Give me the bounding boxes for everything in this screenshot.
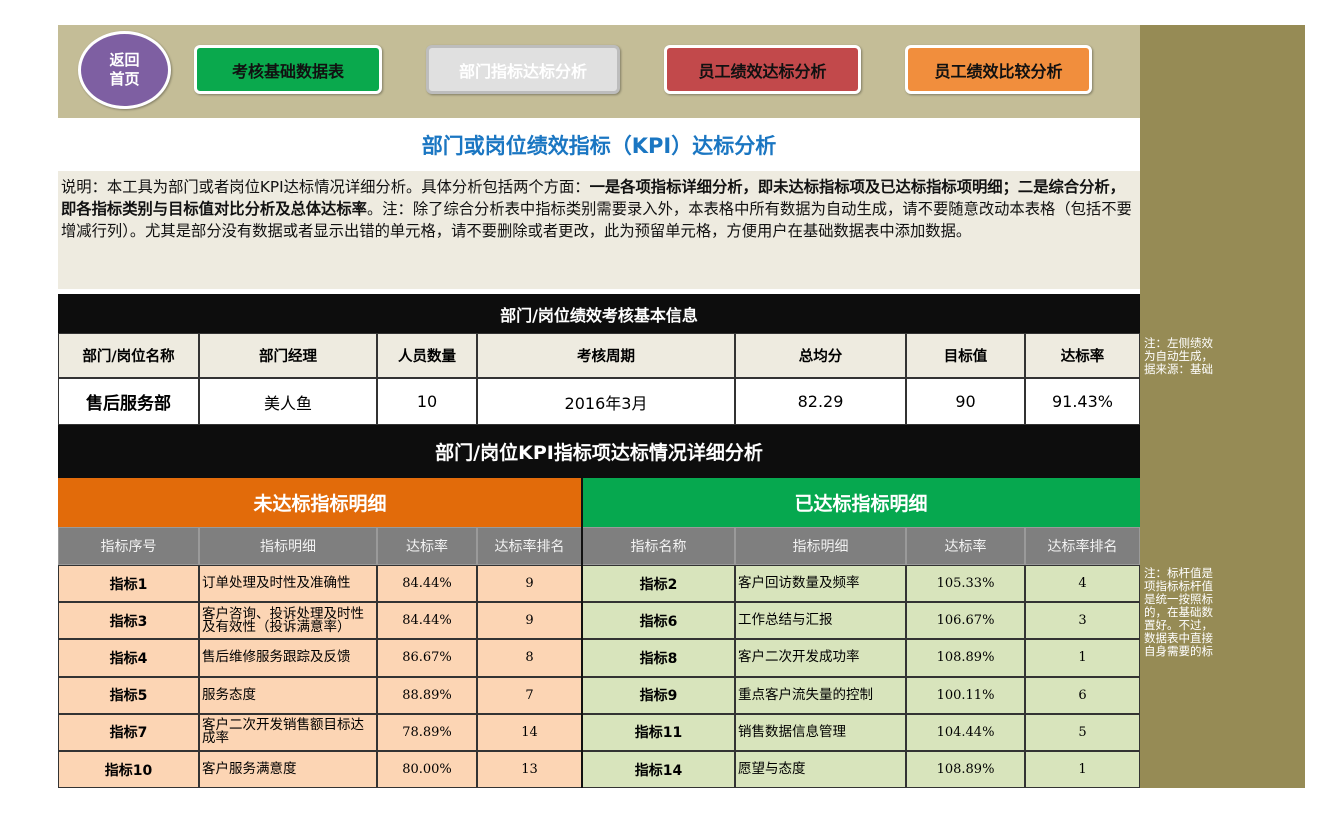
table-divider [581,478,583,788]
unmet-col-detail: 指标明细 [199,527,377,565]
unmet-row-3-rate: 86.67% [377,639,477,677]
met-row-5-rate: 104.44% [906,713,1025,751]
kpi-analysis-header: 部门/岗位KPI指标项达标情况详细分析 [58,425,1140,478]
info-value-target: 90 [906,378,1025,425]
unmet-row-1-detail: 订单处理及时性及准确性 [199,565,377,603]
side-note-2: 注：标杆值是 项指标标杆值 是统一按照标 的，在基础数 置好。不过， 数据表中直… [1140,564,1305,684]
description-text: 说明：本工具为部门或者岗位KPI达标情况详细分析。具体分析包括两个方面：一是各项… [58,171,1140,289]
unmet-row-2-detail: 客户咨询、投诉处理及时性及有效性（投诉满意率） [199,602,377,640]
description-part-1: 说明：本工具为部门或者岗位KPI达标情况详细分析。具体分析包括两个方面： [61,178,590,196]
met-row-4-rank: 6 [1025,676,1140,714]
met-row-3-detail: 客户二次开发成功率 [735,639,906,677]
met-kpi-header: 已达标指标明细 [582,478,1140,527]
unmet-row-6-detail: 客户服务满意度 [199,751,377,789]
unmet-row-4-rate: 88.89% [377,676,477,714]
unmet-row-3-detail: 售后维修服务跟踪及反馈 [199,639,377,677]
met-row-5-detail: 销售数据信息管理 [735,713,906,751]
info-header-manager: 部门经理 [199,333,377,378]
met-row-2-rank: 3 [1025,602,1140,640]
unmet-row-1-rank: 9 [477,565,582,603]
met-col-rate: 达标率 [906,527,1025,565]
info-value-avg-score: 82.29 [735,378,906,425]
employee-comparison-analysis-button[interactable]: 员工绩效比较分析 [905,45,1092,94]
home-button[interactable]: 返回 首页 [78,31,171,109]
unmet-row-1-index: 指标1 [58,565,199,603]
unmet-row-5-detail: 客户二次开发销售额目标达成率 [199,713,377,751]
unmet-row-3-rank: 8 [477,639,582,677]
unmet-row-4-index: 指标5 [58,676,199,714]
unmet-row-6-index: 指标10 [58,751,199,789]
info-value-rate: 91.43% [1025,378,1140,425]
met-row-4-rate: 100.11% [906,676,1025,714]
unmet-row-6-rate: 80.00% [377,751,477,789]
unmet-row-2-rank: 9 [477,602,582,640]
met-row-3-rate: 108.89% [906,639,1025,677]
unmet-row-5-index: 指标7 [58,713,199,751]
info-value-staff-count: 10 [377,378,477,425]
unmet-col-rank: 达标率排名 [477,527,582,565]
info-header-rate: 达标率 [1025,333,1140,378]
unmet-row-4-detail: 服务态度 [199,676,377,714]
met-row-1-rank: 4 [1025,565,1140,603]
page-title: 部门或岗位绩效指标（KPI）达标分析 [421,133,777,158]
met-row-1-index: 指标2 [582,565,735,603]
unmet-row-6-rank: 13 [477,751,582,789]
unmet-kpi-header: 未达标指标明细 [58,478,582,527]
met-row-6-rate: 108.89% [906,751,1025,789]
met-row-2-index: 指标6 [582,602,735,640]
unmet-row-1-rate: 84.44% [377,565,477,603]
info-header-target: 目标值 [906,333,1025,378]
side-note-1: 注：左侧绩效 为自动生成， 据来源：基础 [1140,334,1305,376]
met-row-4-detail: 重点客户流失量的控制 [735,676,906,714]
info-header-dept-name: 部门/岗位名称 [58,333,199,378]
unmet-row-2-index: 指标3 [58,602,199,640]
met-row-3-index: 指标8 [582,639,735,677]
unmet-row-5-rank: 14 [477,713,582,751]
info-header-period: 考核周期 [477,333,735,378]
basic-data-table-button[interactable]: 考核基础数据表 [194,45,382,94]
met-row-1-detail: 客户回访数量及频率 [735,565,906,603]
unmet-col-rate: 达标率 [377,527,477,565]
met-row-5-rank: 5 [1025,713,1140,751]
unmet-col-index: 指标序号 [58,527,199,565]
info-value-period: 2016年3月 [477,378,735,425]
met-row-6-detail: 愿望与态度 [735,751,906,789]
title-band: 部门或岗位绩效指标（KPI）达标分析 [58,118,1140,171]
met-col-index: 指标名称 [582,527,735,565]
dept-kpi-analysis-button[interactable]: 部门指标达标分析 [426,45,620,94]
met-row-6-rank: 1 [1025,751,1140,789]
met-row-6-index: 指标14 [582,751,735,789]
met-row-3-rank: 1 [1025,639,1140,677]
met-col-rank: 达标率排名 [1025,527,1140,565]
met-col-detail: 指标明细 [735,527,906,565]
employee-performance-analysis-button[interactable]: 员工绩效达标分析 [664,45,861,94]
info-header-avg-score: 总均分 [735,333,906,378]
unmet-row-5-rate: 78.89% [377,713,477,751]
unmet-row-2-rate: 84.44% [377,602,477,640]
met-row-4-index: 指标9 [582,676,735,714]
met-row-2-detail: 工作总结与汇报 [735,602,906,640]
unmet-row-4-rank: 7 [477,676,582,714]
basic-info-header: 部门/岗位绩效考核基本信息 [58,294,1140,333]
info-header-staff-count: 人员数量 [377,333,477,378]
info-value-dept-name: 售后服务部 [58,378,199,425]
met-row-5-index: 指标11 [582,713,735,751]
info-value-manager: 美人鱼 [199,378,377,425]
met-row-2-rate: 106.67% [906,602,1025,640]
unmet-row-3-index: 指标4 [58,639,199,677]
met-row-1-rate: 105.33% [906,565,1025,603]
